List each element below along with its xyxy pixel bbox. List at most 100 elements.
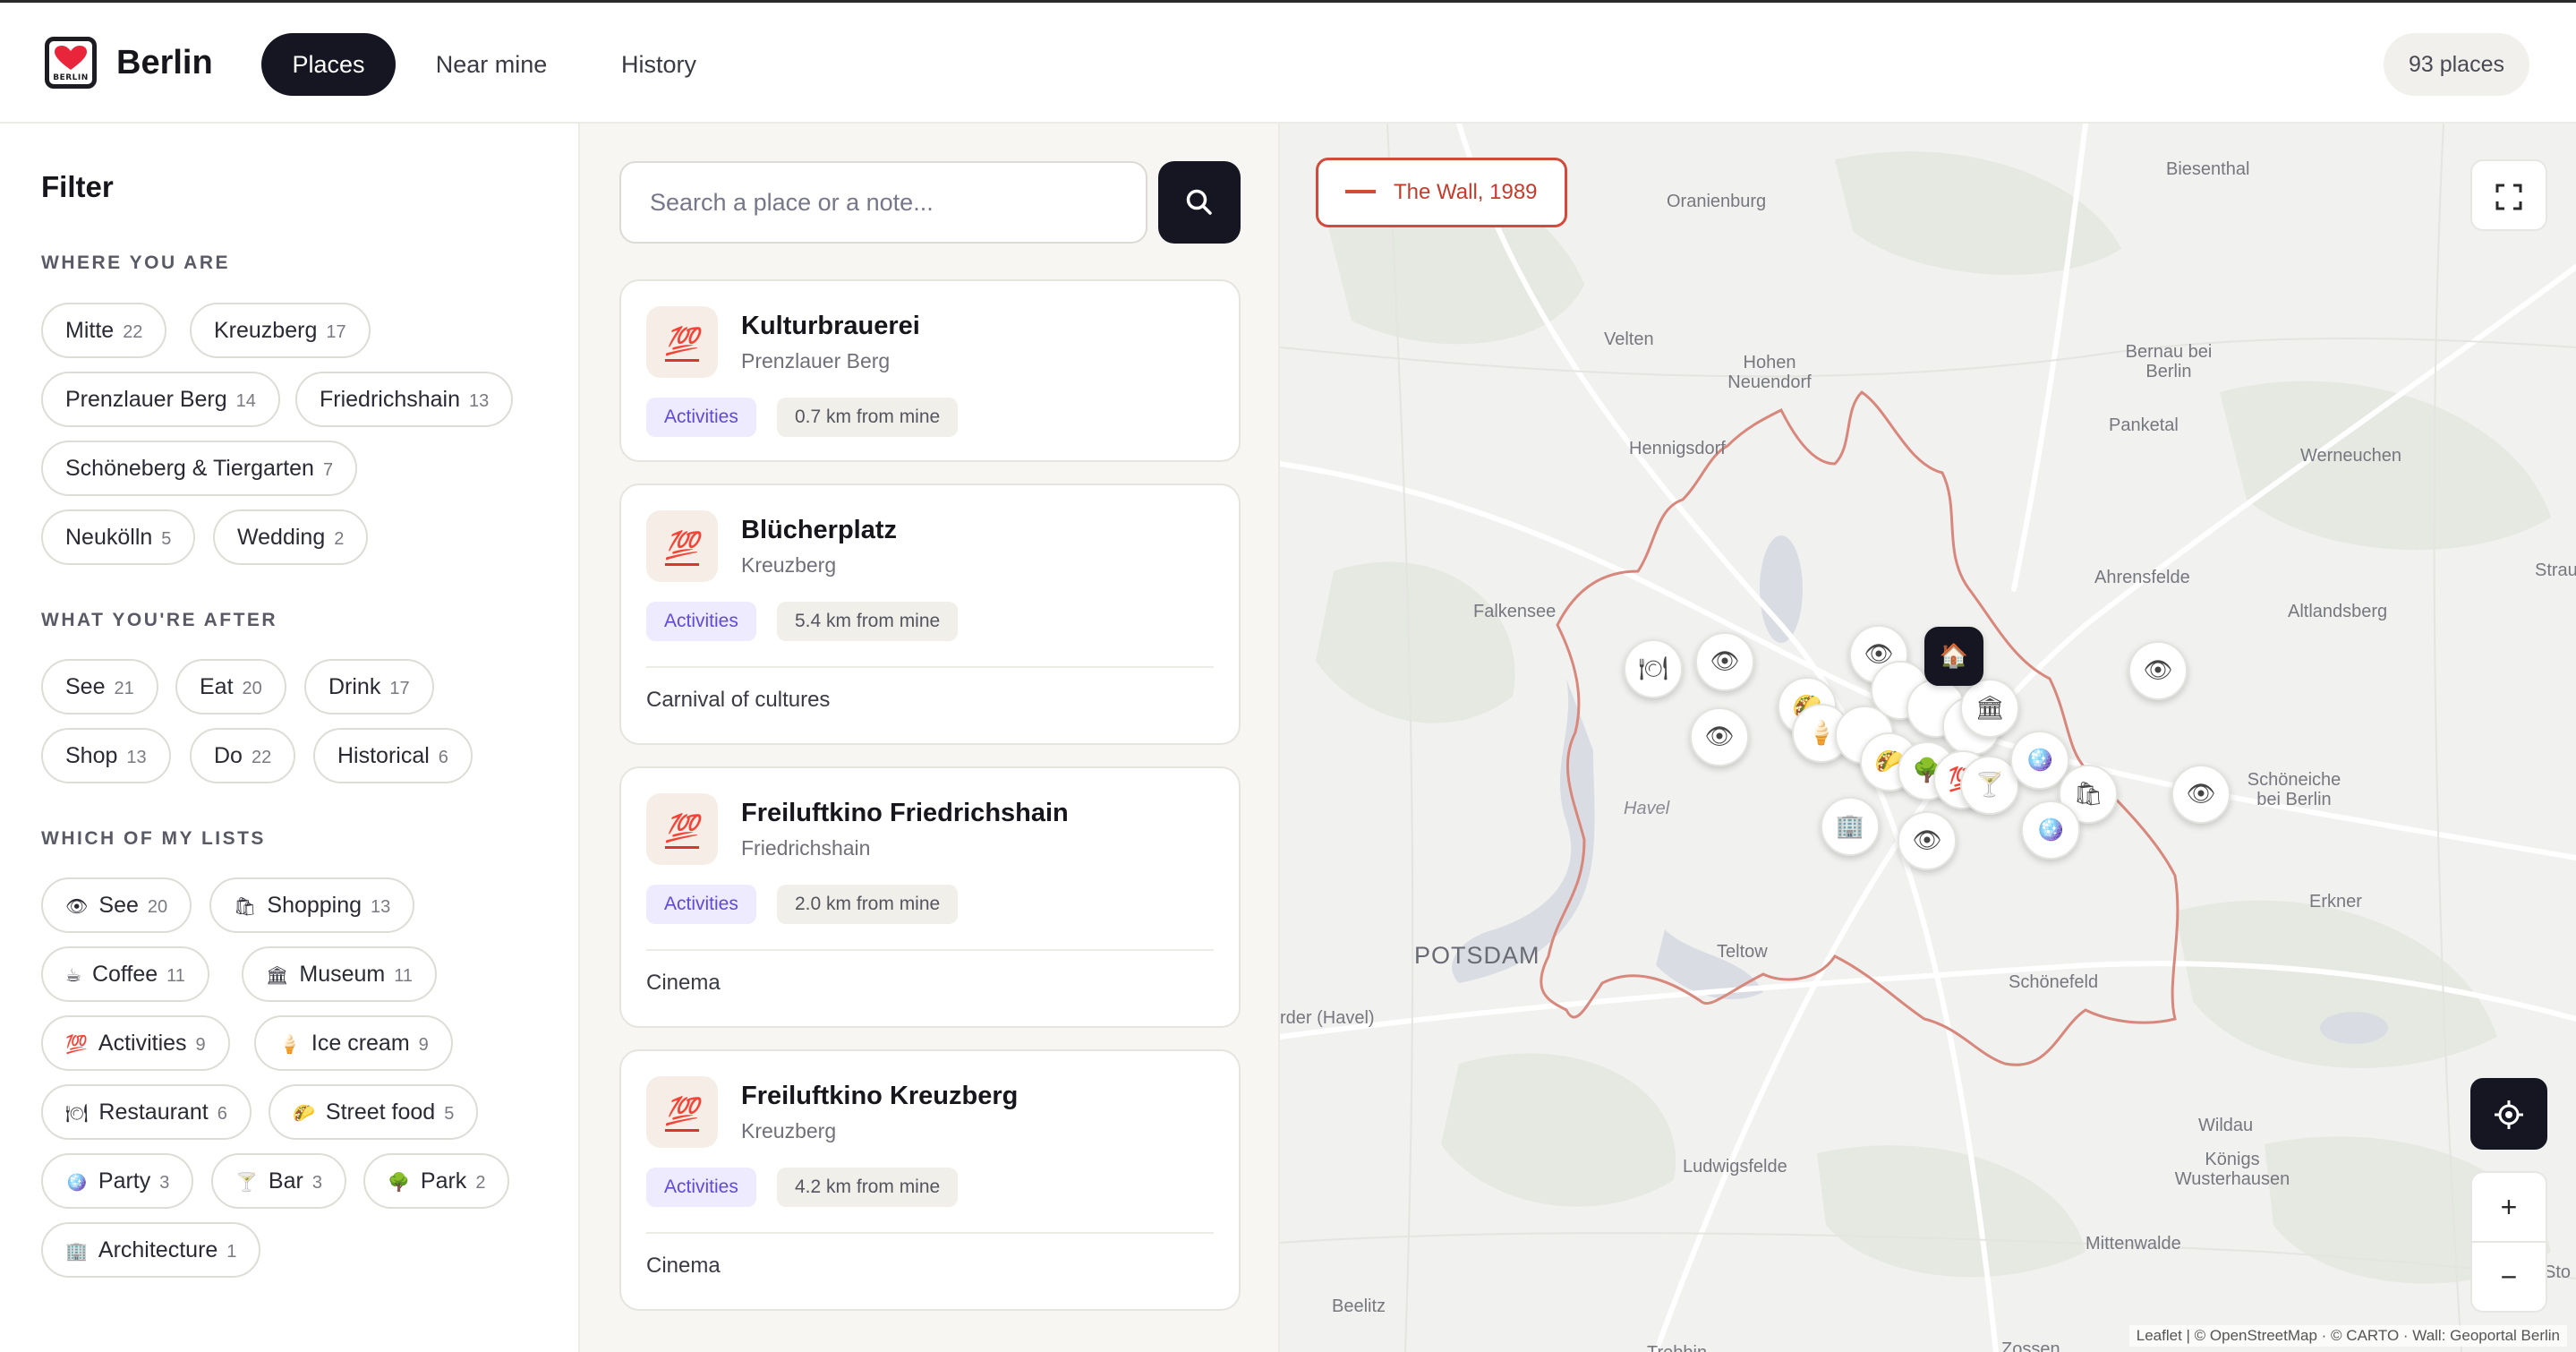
search-input[interactable] [619,161,1147,244]
tab-near-mine[interactable]: Near mine [419,33,564,96]
map-view[interactable]: Biesenthal Oranienburg Velten Hohen Neue… [1280,124,2576,1352]
marker-restaurant-icon[interactable]: 🍽 [1624,639,1683,698]
chip-count: 13 [371,897,391,917]
map-label-bernau: Bernau bei Berlin [2125,342,2213,381]
card-icon-glyph: 💯 [665,530,699,566]
search-button[interactable] [1158,161,1241,244]
map-label-trebbin: Trebbin [1647,1343,1707,1352]
chip-list-party[interactable]: 🪩 Party 3 [41,1153,194,1209]
heart-icon [55,46,87,70]
tab-places[interactable]: Places [261,33,396,96]
chip-friedrichshain[interactable]: Friedrichshain 13 [295,372,514,427]
coffee-icon: ☕ [65,964,81,986]
chip-list-shopping[interactable]: 🛍 Shopping 13 [209,877,415,933]
chip-wedding[interactable]: Wedding 2 [213,509,369,565]
tab-history[interactable]: History [594,33,723,96]
chip-label: Party [98,1168,151,1194]
category-badge: Activities [646,602,756,641]
chip-neukolln[interactable]: Neukölln 5 [41,509,196,565]
map-label-erkner: Erkner [2309,892,2362,911]
map-label-werder-havel: rder (Havel) [1280,1008,1375,1028]
chip-see[interactable]: See 21 [41,659,158,715]
place-note: Carnival of cultures [646,688,831,712]
chip-drink[interactable]: Drink 17 [304,659,434,715]
locate-me-button[interactable] [2470,1078,2547,1150]
filter-title: Filter [41,170,114,203]
chip-label: Friedrichshain [320,387,461,412]
map-label-mittenwalde: Mittenwalde [2086,1234,2181,1254]
fullscreen-button[interactable] [2470,159,2547,231]
chip-label: Shopping [267,893,363,918]
place-card-blucherplatz[interactable]: 💯 Blücherplatz Kreuzberg Activities 5.4 … [619,483,1241,745]
place-district: Kreuzberg [741,553,837,577]
chip-list-restaurant[interactable]: 🍽 Restaurant 6 [41,1084,252,1140]
card-icon-glyph: 💯 [665,813,699,849]
chip-schoneberg-tiergarten[interactable]: Schöneberg & Tiergarten 7 [41,441,358,496]
shopping-bags-icon: 🛍 [234,895,257,917]
chip-label: Eat [200,674,234,699]
place-note: Cinema [646,1254,721,1278]
chip-eat[interactable]: Eat 20 [175,659,286,715]
chip-prenzlauer-berg[interactable]: Prenzlauer Berg 14 [41,372,280,427]
marker-museum-icon[interactable]: 🏛 [1960,679,2019,738]
chip-list-street-food[interactable]: 🌮 Street food 5 [269,1084,479,1140]
chip-label: Shop [65,743,118,768]
chip-label: Do [214,743,243,768]
marker-selected-home-icon[interactable]: 🏠 [1924,627,1983,686]
zoom-in-button[interactable]: + [2470,1171,2547,1243]
map-label-falkensee: Falkensee [1473,602,1557,621]
logo-caption: BERLIN [53,73,89,82]
chip-list-ice-cream[interactable]: 🍦 Ice cream 9 [254,1015,453,1071]
place-name: Freiluftkino Friedrichshain [741,799,1069,827]
chip-list-park[interactable]: 🌳 Park 2 [363,1153,510,1209]
map-label-werneuchen: Werneuchen [2300,446,2402,466]
map-label-velten: Velten [1604,329,1654,349]
chip-list-activities[interactable]: 💯 Activities 9 [41,1015,230,1071]
chip-do[interactable]: Do 22 [190,728,296,783]
chip-count: 5 [161,529,172,549]
chip-list-architecture[interactable]: 🏢 Architecture 1 [41,1222,261,1278]
chip-historical[interactable]: Historical 6 [313,728,473,783]
chip-label: Museum [299,962,386,987]
chip-count: 2 [334,529,345,549]
chip-count: 17 [389,679,410,698]
marker-party-icon[interactable]: 🪩 [2021,800,2080,860]
map-label-havel: Havel [1624,799,1670,818]
chip-count: 1 [226,1242,237,1262]
map-label-storkow: Sto [2544,1262,2572,1282]
chip-list-see[interactable]: 👁 See 20 [41,877,192,933]
marker-eye-icon[interactable]: 👁 [2128,641,2188,700]
chip-kreuzberg[interactable]: Kreuzberg 17 [190,303,371,358]
wall-layer-toggle[interactable]: The Wall, 1989 [1316,158,1567,227]
place-card-freiluftkino-kreuzberg[interactable]: 💯 Freiluftkino Kreuzberg Kreuzberg Activ… [619,1049,1241,1311]
chip-count: 20 [147,897,168,917]
chip-count: 20 [242,679,262,698]
chip-count: 13 [469,391,490,411]
place-district: Kreuzberg [741,1119,837,1142]
marker-eye-icon[interactable]: 👁 [1695,632,1754,691]
map-label-altlandsberg: Altlandsberg [2288,602,2388,621]
chip-label: Coffee [91,962,158,987]
place-name: Blücherplatz [741,516,898,544]
marker-eye-icon[interactable]: 👁 [2171,765,2231,824]
chip-count: 11 [166,966,185,986]
category-badge: Activities [646,885,756,924]
marker-architecture-icon[interactable]: 🏢 [1821,797,1880,856]
chip-list-museum[interactable]: 🏛 Museum 11 [242,946,438,1002]
category-badge: Activities [646,1168,756,1207]
place-card-kulturbrauerei[interactable]: 💯 Kulturbrauerei Prenzlauer Berg Activit… [619,279,1241,462]
chip-label: Bar [268,1168,303,1194]
chip-list-bar[interactable]: 🍸 Bar 3 [211,1153,346,1209]
chip-count: 5 [444,1104,455,1124]
chip-label: Ice cream [311,1031,410,1056]
marker-eye-icon[interactable]: 👁 [1690,707,1749,766]
chip-count: 2 [475,1173,486,1193]
chip-list-coffee[interactable]: ☕ Coffee 11 [41,946,209,1002]
chip-shop[interactable]: Shop 13 [41,728,171,783]
place-card-freiluftkino-friedrichshain[interactable]: 💯 Freiluftkino Friedrichshain Friedrichs… [619,766,1241,1028]
zoom-out-button[interactable]: − [2470,1241,2547,1313]
section-where-you-are: WHERE YOU ARE [41,252,231,273]
chip-mitte[interactable]: Mitte 22 [41,303,167,358]
marker-eye-icon[interactable]: 👁 [1898,811,1957,870]
chip-label: Activities [98,1031,187,1056]
